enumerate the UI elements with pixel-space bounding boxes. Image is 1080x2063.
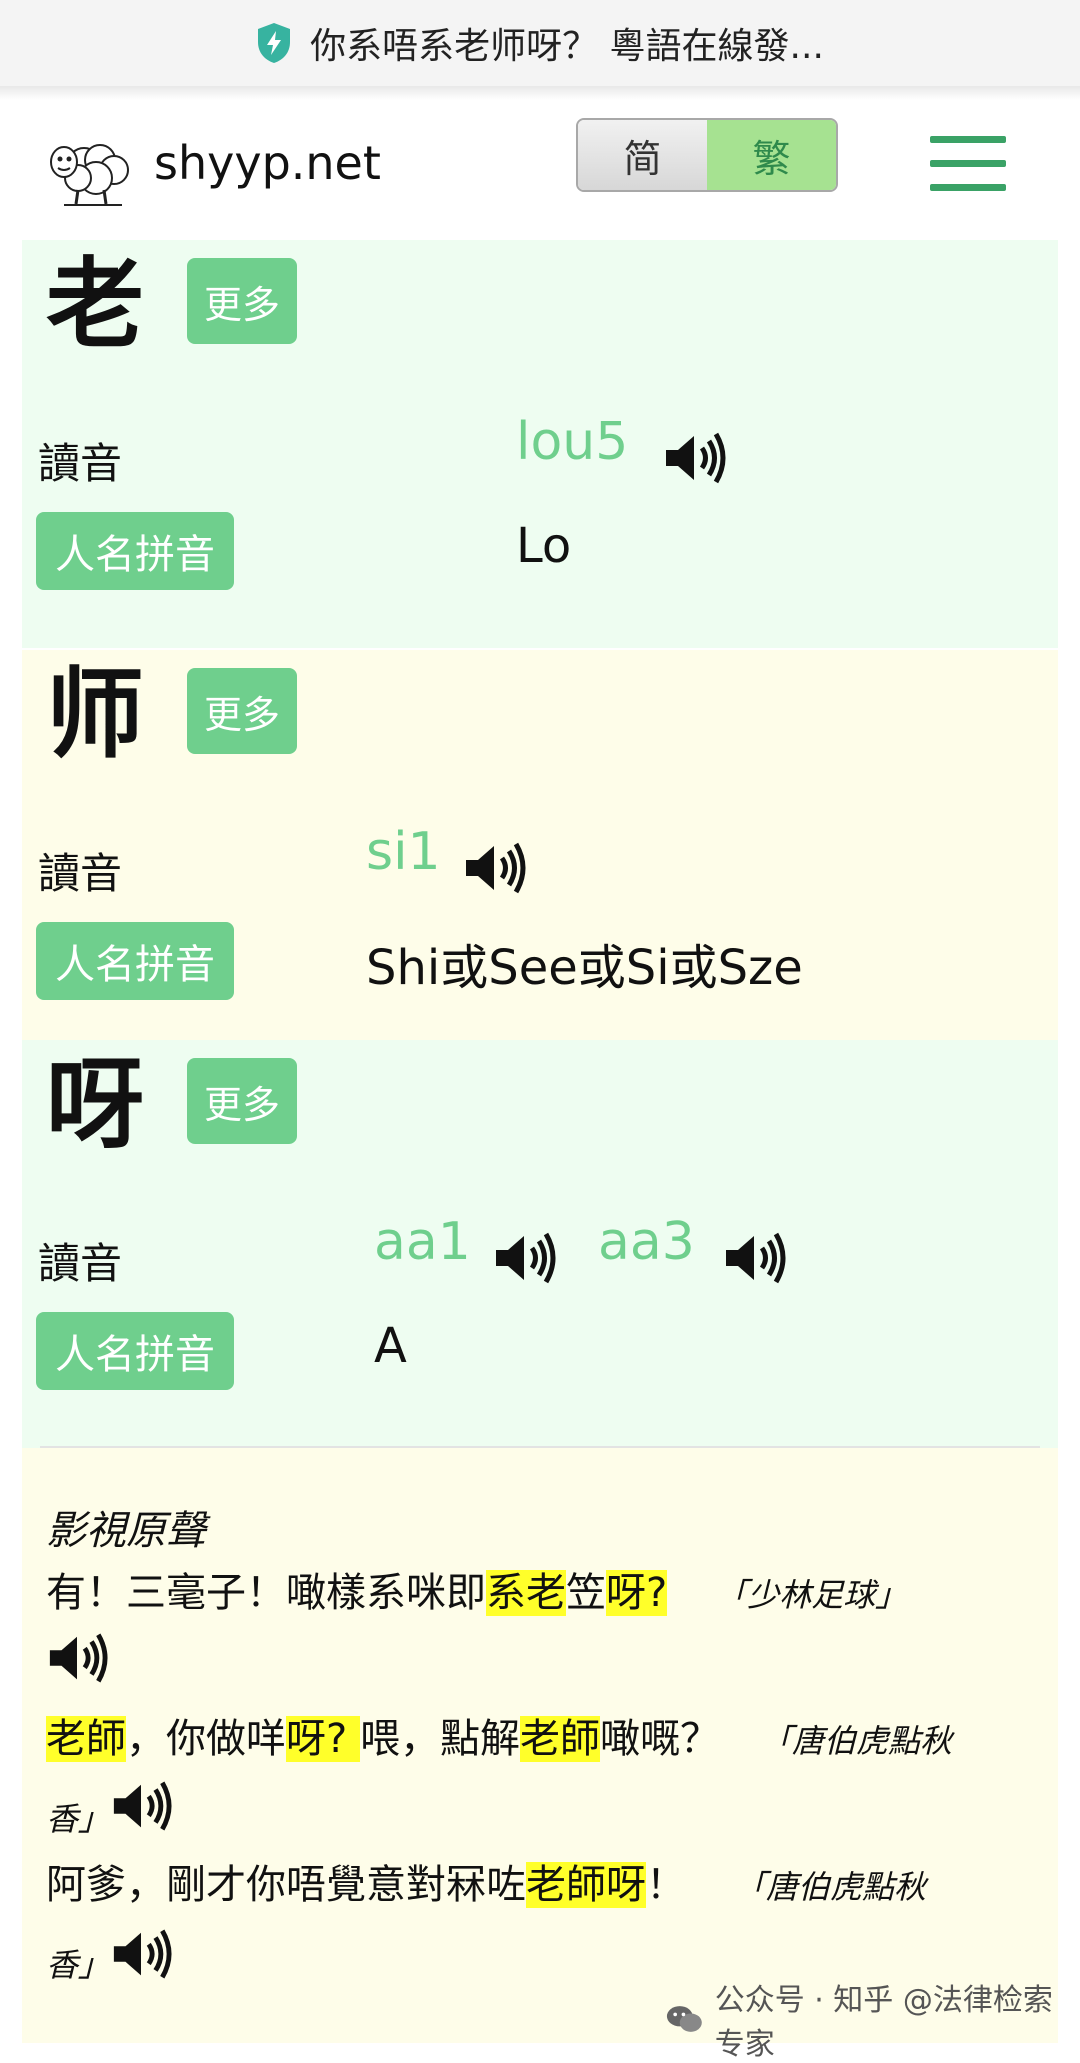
jyutping-reading[interactable]: aa3	[598, 1212, 695, 1272]
watermark-text: 公众号 · 知乎 @法律检索专家	[714, 1983, 1053, 2062]
speaker-icon[interactable]	[662, 430, 726, 486]
character: 老	[46, 248, 145, 362]
speaker-icon[interactable]	[110, 1778, 172, 1834]
name-romanization: Lo	[516, 518, 572, 574]
reading-label: 讀音	[38, 849, 123, 898]
name-romanization-button[interactable]: 人名拼音	[36, 922, 234, 1000]
jyutping-reading[interactable]: lou5	[516, 412, 628, 472]
sheep-logo-icon[interactable]	[44, 126, 136, 206]
name-romanization: A	[374, 1318, 407, 1374]
quote-source: 香」	[46, 1946, 111, 1984]
script-toggle: 简 繁	[576, 118, 838, 192]
name-romanization-button[interactable]: 人名拼音	[36, 512, 234, 590]
traditional-button[interactable]: 繁	[707, 120, 836, 190]
name-romanization-button[interactable]: 人名拼音	[36, 1312, 234, 1390]
name-romanization: Shi或See或Si或Sze	[366, 940, 803, 996]
jyutping-reading[interactable]: aa1	[374, 1212, 471, 1272]
quotes-section: 影視原聲 有！三毫子！噉樣系咪即系老笠呀? 「少林足球」 老師，你做咩呀? 喂，點…	[22, 1448, 1058, 2043]
quote-source: 「唐伯虎點秋	[759, 1722, 952, 1760]
jyutping-reading[interactable]: si1	[366, 822, 441, 882]
character: 呀	[46, 1048, 145, 1162]
watermark: 公众号 · 知乎 @法律检索专家	[666, 1975, 1080, 2063]
character: 师	[46, 658, 145, 772]
shield-icon	[258, 23, 291, 63]
char-panel-lou: 老 更多 讀音 lou5 人名拼音 Lo	[22, 240, 1058, 648]
wechat-icon	[666, 2006, 702, 2032]
quote-line: 有！三毫子！噉樣系咪即系老笠呀? 「少林足球」	[46, 1570, 908, 1616]
more-button[interactable]: 更多	[187, 258, 297, 344]
quote-line: 老師，你做咩呀? 喂，點解老師噉嘅？ 「唐伯虎點秋	[46, 1716, 952, 1762]
speaker-icon[interactable]	[492, 1230, 556, 1286]
quote-source: 「唐伯虎點秋	[734, 1868, 927, 1906]
banner-shadow	[0, 86, 1080, 100]
reading-label: 讀音	[38, 1239, 123, 1288]
speaker-icon[interactable]	[462, 840, 526, 896]
quote-source: 「少林足球」	[715, 1576, 908, 1614]
top-banner: 你系唔系老师呀？ 粵語在線發...	[0, 0, 1080, 86]
reading-label: 讀音	[38, 439, 123, 488]
char-panel-aa: 呀 更多 讀音 aa1 aa3 人名拼音 A	[22, 1040, 1058, 1448]
hamburger-menu-icon[interactable]	[930, 136, 1006, 192]
quotes-title: 影視原聲	[46, 1508, 206, 1554]
page-title: 你系唔系老师呀？ 粵語在線發...	[310, 26, 824, 67]
speaker-icon[interactable]	[46, 1630, 108, 1686]
site-name[interactable]: shyyp.net	[154, 136, 381, 190]
quote-source: 香」	[46, 1800, 111, 1838]
simplified-button[interactable]: 简	[578, 120, 707, 190]
site-header: shyyp.net 简 繁	[0, 100, 1080, 240]
more-button[interactable]: 更多	[187, 668, 297, 754]
more-button[interactable]: 更多	[187, 1058, 297, 1144]
speaker-icon[interactable]	[722, 1230, 786, 1286]
char-panel-si: 师 更多 讀音 si1 人名拼音 Shi或See或Si或Sze	[22, 650, 1058, 1058]
speaker-icon[interactable]	[110, 1926, 172, 1982]
quote-line: 阿爹，剛才你唔覺意對冧咗老師呀！ 「唐伯虎點秋	[46, 1862, 927, 1908]
